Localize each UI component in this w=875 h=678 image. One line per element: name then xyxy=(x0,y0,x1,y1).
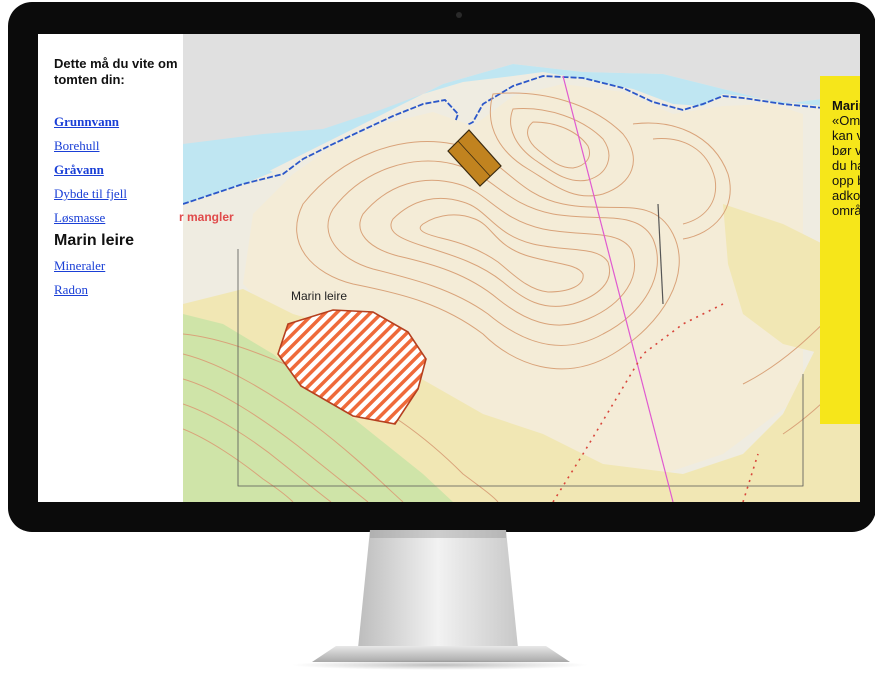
map-canvas xyxy=(183,34,860,502)
nav-link-gravann[interactable]: Gråvann xyxy=(54,162,179,186)
info-box-text: «Områder med marin leire kan være utsatt… xyxy=(832,113,860,218)
map-label-cutoff: r mangler xyxy=(179,210,234,224)
sidebar: Dette må du vite om tomten din: Grunnvan… xyxy=(38,34,183,502)
nav-link-dybde-til-fjell[interactable]: Dybde til fjell xyxy=(54,186,179,210)
nav-list: Grunnvann Borehull Gråvann Dybde til fje… xyxy=(54,114,179,306)
screen: Dette må du vite om tomten din: Grunnvan… xyxy=(38,34,860,502)
monitor-shadow xyxy=(290,660,590,670)
nav-link-grunnvann[interactable]: Grunnvann xyxy=(54,114,179,138)
map-label-marin-leire: Marin leire xyxy=(291,289,348,303)
info-box: Marin leire: «Områder med marin leire ka… xyxy=(820,76,860,424)
info-box-title: Marin leire: xyxy=(832,98,860,113)
sidebar-heading: Dette må du vite om tomten din: xyxy=(54,56,178,87)
monitor-stand-neck xyxy=(358,530,518,648)
nav-link-borehull[interactable]: Borehull xyxy=(54,138,179,162)
nav-current-marin-leire: Marin leire xyxy=(54,232,135,249)
webcam-icon xyxy=(456,12,462,18)
map-view[interactable]: r mangler Marin leire Marin leire: «Områ… xyxy=(179,34,860,502)
nav-link-mineraler[interactable]: Mineraler xyxy=(54,258,179,282)
nav-link-radon[interactable]: Radon xyxy=(54,282,179,306)
